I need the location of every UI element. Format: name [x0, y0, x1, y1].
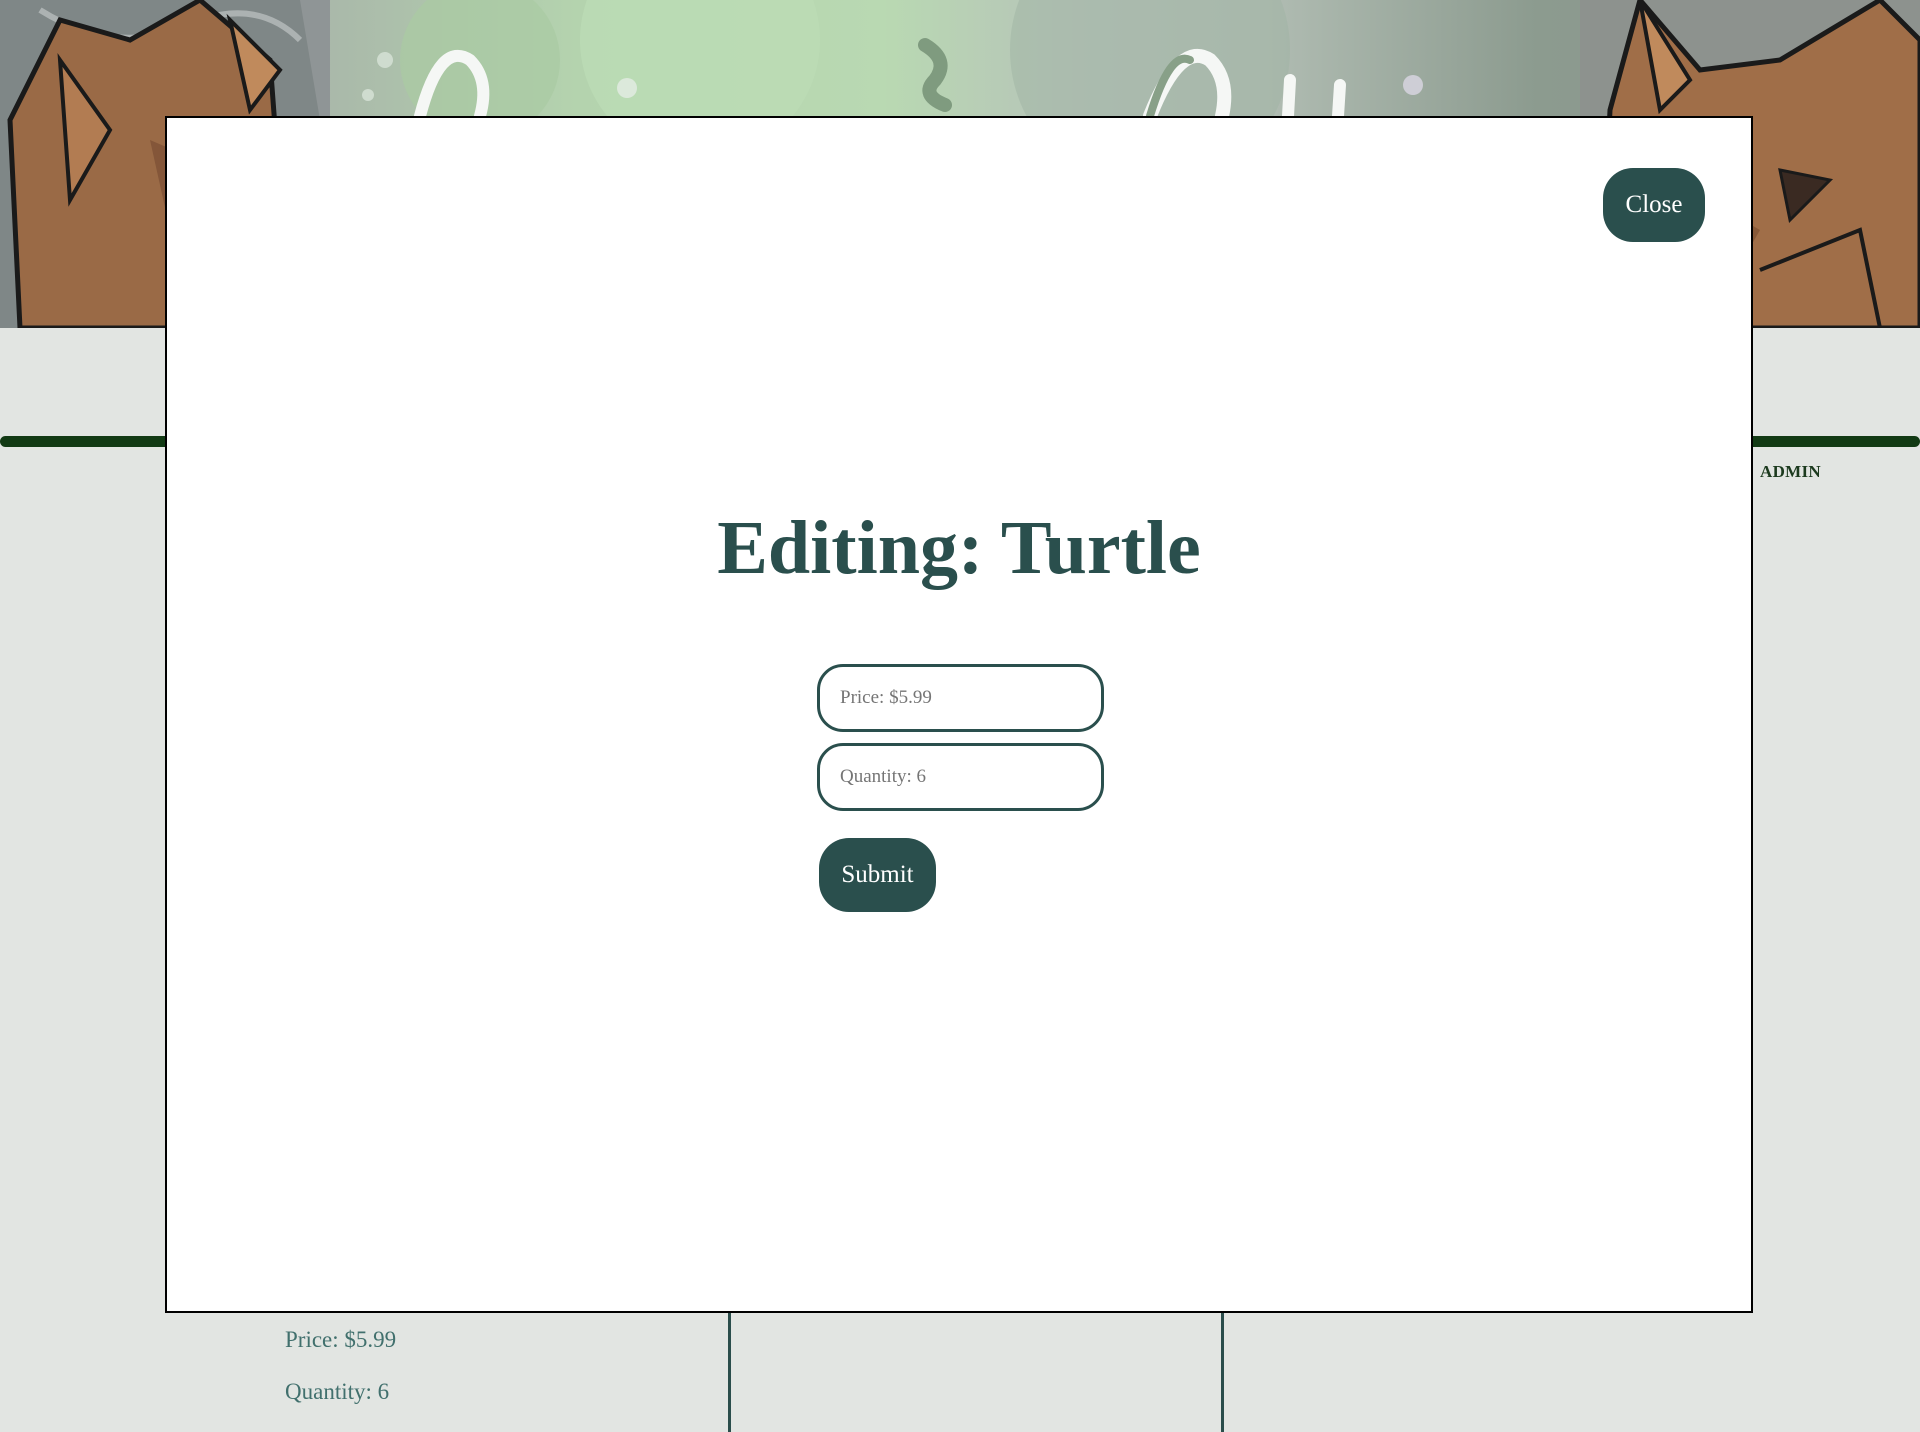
modal-title: Editing: Turtle [717, 506, 1201, 590]
product-price-text: Price: $5.99 [285, 1327, 397, 1352]
edit-product-modal: Close Editing: Turtle Submit [165, 116, 1753, 1313]
close-button[interactable]: Close [1603, 168, 1705, 242]
submit-button[interactable]: Submit [819, 838, 936, 912]
quantity-input[interactable] [817, 743, 1104, 811]
nav-admin-link[interactable]: ADMIN [1760, 462, 1821, 482]
grid-divider [1221, 1312, 1224, 1432]
price-input[interactable] [817, 664, 1104, 732]
page: ADMIN Price: $5.99 Quantity: 6 Close Edi… [0, 0, 1920, 1432]
grid-divider [728, 1312, 731, 1432]
product-quantity-text: Quantity: 6 [285, 1379, 390, 1404]
